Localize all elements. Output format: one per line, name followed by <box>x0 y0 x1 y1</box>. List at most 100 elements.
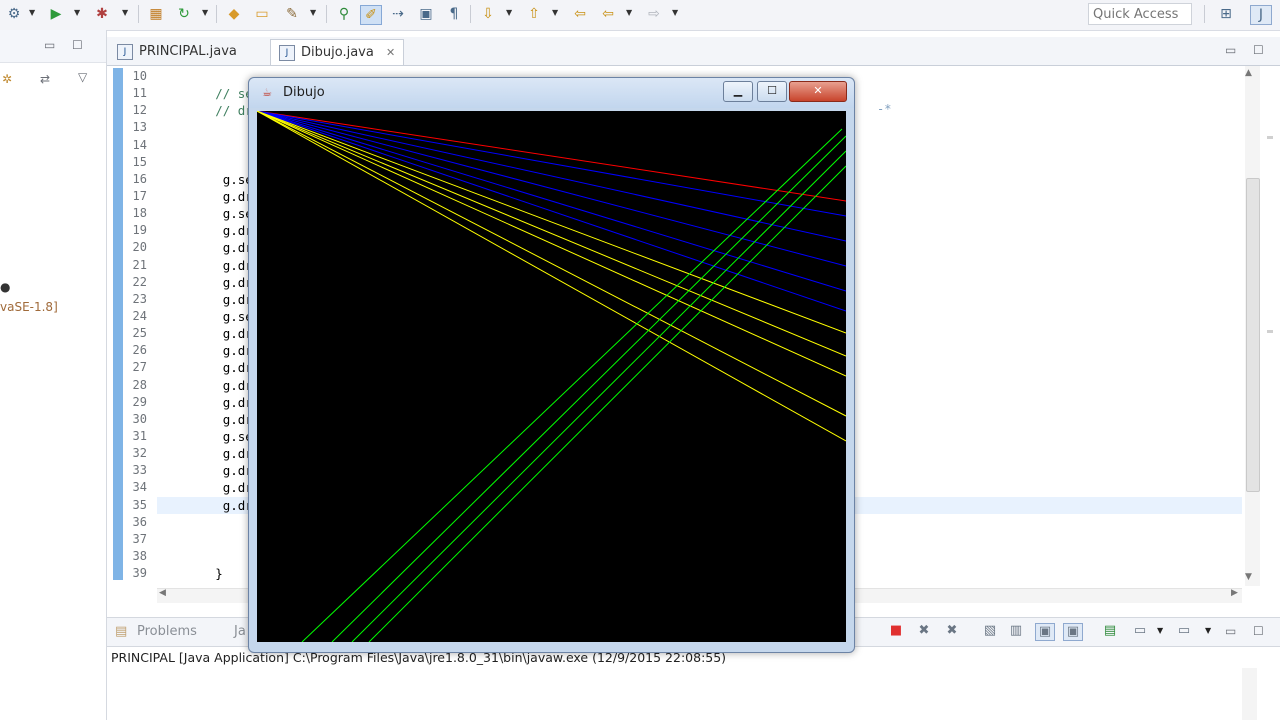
chevron-left-icon[interactable]: ◀ <box>159 588 166 598</box>
run-icon[interactable]: ▶ <box>46 5 66 23</box>
dibujo-window[interactable]: ☕ Dibujo ▁ ☐ ✕ <box>248 77 855 653</box>
quick-access-input[interactable] <box>1088 3 1192 25</box>
window-titlebar[interactable]: ☕ Dibujo ▁ ☐ ✕ <box>249 78 854 108</box>
minimize-icon[interactable]: ▭ <box>44 38 55 52</box>
open-type-icon[interactable]: ◆ <box>224 5 244 23</box>
maximize-icon[interactable]: ☐ <box>1253 43 1264 57</box>
clear-console-icon[interactable]: ▧ <box>981 623 999 639</box>
show-stdout-icon[interactable]: ▣ <box>1035 623 1055 641</box>
vertical-scroll-thumb[interactable] <box>1246 178 1260 492</box>
chevron-down-icon[interactable]: ▼ <box>202 8 210 20</box>
line-number: 35 <box>132 497 147 512</box>
line-number: 32 <box>132 446 147 461</box>
chevron-down-icon[interactable]: ▽ <box>78 70 87 84</box>
line-number: 21 <box>132 257 147 272</box>
line-number: 30 <box>132 411 147 426</box>
toolbar-separator <box>216 5 217 23</box>
toolbar-separator <box>1204 5 1205 23</box>
chevron-down-icon[interactable]: ▼ <box>1157 626 1163 635</box>
line-number: 13 <box>132 120 147 135</box>
toolbar-separator <box>470 5 471 23</box>
toolbar-separator <box>326 5 327 23</box>
chevron-down-icon[interactable]: ▼ <box>122 8 130 20</box>
maximize-icon[interactable]: ☐ <box>1253 624 1264 638</box>
tab-javadoc[interactable]: Ja <box>234 624 246 639</box>
show-whitespace-icon[interactable]: ¶ <box>444 5 464 23</box>
close-icon[interactable]: ✕ <box>386 46 395 59</box>
chevron-down-icon[interactable]: ▼ <box>1245 572 1252 582</box>
line-number: 24 <box>132 308 147 323</box>
debug-icon[interactable]: ✱ <box>92 5 112 23</box>
chevron-down-icon[interactable]: ▼ <box>1205 626 1211 635</box>
save-icon[interactable]: ▣ <box>416 5 436 23</box>
show-stderr-icon[interactable]: ▣ <box>1063 623 1083 641</box>
annotation-icon[interactable]: ⇩ <box>478 5 498 23</box>
line-number: 23 <box>132 291 147 306</box>
pin-console-icon[interactable]: ▤ <box>1101 623 1119 639</box>
terminate-icon[interactable]: ■ <box>887 623 905 639</box>
chevron-down-icon[interactable]: ▼ <box>672 8 680 20</box>
line-number: 39 <box>132 566 147 581</box>
jre-library-label[interactable]: vaSE-1.8] <box>0 300 58 314</box>
package-explorer-header: ▭ ☐ <box>0 30 106 63</box>
chevron-down-icon[interactable]: ▼ <box>552 8 560 20</box>
maximize-icon[interactable]: ☐ <box>72 38 83 52</box>
line-number: 37 <box>132 531 147 546</box>
remove-all-icon[interactable]: ✖ <box>943 623 961 639</box>
settings-icon[interactable]: ⚙ <box>4 5 24 23</box>
brush-icon[interactable]: ✎ <box>282 5 302 23</box>
line-number: 38 <box>132 548 147 563</box>
line-number-ruler: 10 11 12 13 14 15 16 17 18 19 20 21 22 23 24 25 26 27 28 29… <box>125 68 147 582</box>
chevron-down-icon[interactable]: ▼ <box>626 8 634 20</box>
line-number: 26 <box>132 343 147 358</box>
maximize-button[interactable]: ☐ <box>757 81 787 102</box>
pin-editor-icon[interactable]: ⇧ <box>524 5 544 23</box>
tab-label: PRINCIPAL.java <box>139 44 237 59</box>
chevron-down-icon[interactable]: ▼ <box>310 8 318 20</box>
line-number: 22 <box>132 274 147 289</box>
view-menu-icon[interactable]: ⇄ <box>40 72 50 86</box>
comment-tail: -* <box>877 102 892 116</box>
forward-icon[interactable]: ⇨ <box>644 5 664 23</box>
scroll-lock-icon[interactable]: ▥ <box>1007 623 1025 639</box>
step-icon[interactable]: ⇢ <box>388 5 408 23</box>
overview-marker[interactable] <box>1267 136 1273 139</box>
line-number: 14 <box>132 137 147 152</box>
line-number: 17 <box>132 188 147 203</box>
display-console-icon[interactable]: ▭ <box>1131 623 1149 639</box>
chevron-down-icon[interactable]: ▼ <box>74 8 82 20</box>
drawing-canvas[interactable] <box>257 111 846 642</box>
open-console-icon[interactable]: ▭ <box>1175 623 1193 639</box>
tab-problems[interactable]: Problems <box>137 624 197 639</box>
chevron-right-icon[interactable]: ▶ <box>1231 588 1238 598</box>
back-history-icon[interactable]: ⇦ <box>598 5 618 23</box>
chevron-down-icon[interactable]: ▼ <box>29 8 37 20</box>
tab-principal-java[interactable]: J PRINCIPAL.java <box>109 39 245 64</box>
java-file-icon: J <box>117 44 133 60</box>
highlight-icon[interactable]: ✐ <box>360 5 382 25</box>
folder-icon[interactable]: ▭ <box>252 5 272 23</box>
line-number: 15 <box>132 154 147 169</box>
problems-icon: ▤ <box>115 624 128 639</box>
minimize-button[interactable]: ▁ <box>723 81 753 102</box>
pin-icon[interactable]: ⚲ <box>334 5 354 23</box>
open-perspective-icon[interactable]: ⊞ <box>1216 5 1236 23</box>
link-editor-icon[interactable]: ✲ <box>2 72 12 86</box>
chevron-up-icon[interactable]: ▲ <box>1245 68 1252 78</box>
new-package-icon[interactable]: ▦ <box>146 5 166 23</box>
java-file-icon: J <box>279 45 295 61</box>
close-button[interactable]: ✕ <box>789 81 847 102</box>
back-icon[interactable]: ⇦ <box>570 5 590 23</box>
tree-node-icon[interactable]: ● <box>0 280 10 294</box>
line-number: 27 <box>132 360 147 375</box>
minimize-icon[interactable]: ▭ <box>1225 43 1236 57</box>
refresh-icon[interactable]: ↻ <box>174 5 194 23</box>
chevron-down-icon[interactable]: ▼ <box>506 8 514 20</box>
java-perspective-icon[interactable]: J <box>1250 5 1272 25</box>
console-scrollbar[interactable] <box>1242 668 1257 720</box>
remove-launch-icon[interactable]: ✖ <box>915 623 933 639</box>
tab-dibujo-java[interactable]: J Dibujo.java ✕ <box>270 39 405 65</box>
overview-marker[interactable] <box>1267 330 1273 333</box>
line-number: 31 <box>132 428 147 443</box>
minimize-icon[interactable]: ▭ <box>1225 624 1236 638</box>
